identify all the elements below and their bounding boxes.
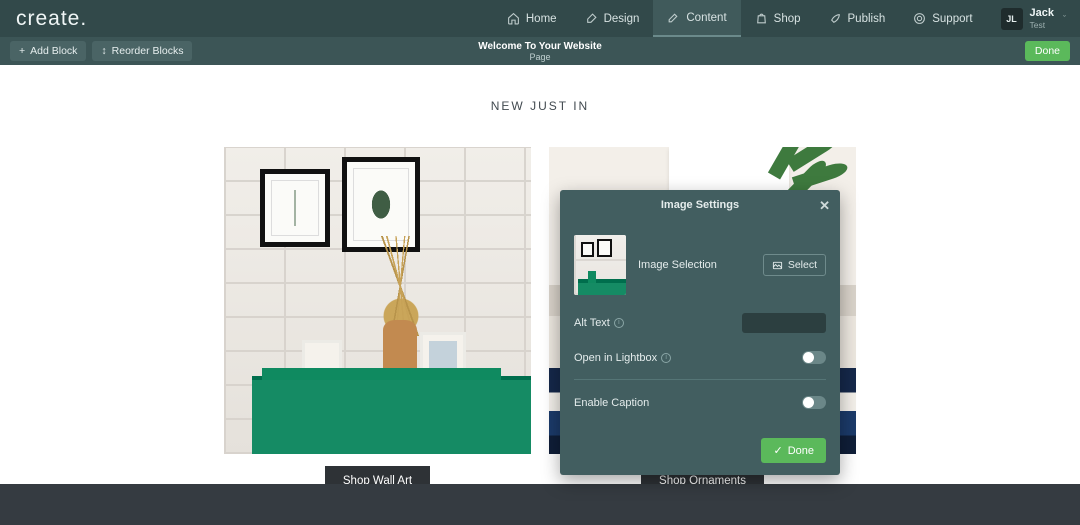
section-heading: NEW JUST IN — [0, 99, 1080, 113]
caption-toggle[interactable] — [802, 396, 826, 409]
panel-title: Image Settings ✕ — [560, 190, 840, 220]
info-icon[interactable]: i — [661, 353, 671, 363]
nav-publish[interactable]: Publish — [815, 0, 900, 37]
reorder-icon: ↕ — [101, 45, 106, 57]
user-sub: Test — [1030, 21, 1054, 30]
info-icon[interactable]: i — [614, 318, 624, 328]
product-card: Shop Wall Art — [224, 147, 531, 496]
life-ring-icon — [913, 12, 926, 25]
footer-band — [0, 484, 1080, 525]
lightbox-label: Open in Lightbox — [574, 352, 657, 364]
image-icon — [772, 260, 783, 271]
nav-support[interactable]: Support — [899, 0, 986, 37]
check-icon: ✓ — [773, 444, 782, 457]
nav-design[interactable]: Design — [571, 0, 654, 37]
toolbar-title-block: Welcome To Your Website Page — [478, 41, 602, 62]
reorder-blocks-label: Reorder Blocks — [112, 45, 184, 57]
image-settings-panel: Image Settings ✕ Image Selection Select … — [560, 190, 840, 475]
nav-shop[interactable]: Shop — [741, 0, 815, 37]
avatar: JL — [1001, 8, 1023, 30]
alt-text-input[interactable] — [742, 313, 826, 333]
home-icon — [507, 12, 520, 25]
nav-content[interactable]: Content — [653, 0, 740, 37]
page-canvas: NEW JUST IN Shop Wall Art Shop Ornaments — [0, 65, 1080, 496]
reorder-blocks-button[interactable]: ↕ Reorder Blocks — [92, 41, 192, 61]
nav-label: Content — [686, 12, 726, 24]
page-title: Welcome To Your Website — [478, 41, 602, 52]
caption-label: Enable Caption — [574, 397, 649, 409]
nav-label: Support — [932, 13, 972, 25]
lightbox-toggle[interactable] — [802, 351, 826, 364]
close-icon[interactable]: ✕ — [819, 198, 830, 214]
editor-toolbar: + Add Block ↕ Reorder Blocks Welcome To … — [0, 37, 1080, 65]
toolbar-done-button[interactable]: Done — [1025, 41, 1070, 61]
bag-icon — [755, 12, 768, 25]
select-image-button[interactable]: Select — [763, 254, 826, 276]
nav-label: Shop — [774, 13, 801, 25]
page-type: Page — [478, 52, 602, 62]
select-label: Select — [788, 259, 817, 271]
nav-label: Home — [526, 13, 557, 25]
rocket-icon — [829, 12, 842, 25]
image-thumbnail — [574, 235, 626, 295]
add-block-button[interactable]: + Add Block — [10, 41, 86, 61]
image-selection-label: Image Selection — [638, 259, 763, 271]
card-row: Shop Wall Art Shop Ornaments — [0, 147, 1080, 496]
user-menu[interactable]: JL Jack Test ˇ — [987, 8, 1066, 30]
plus-icon: + — [19, 45, 25, 57]
top-nav: create Home Design Content Shop Publish … — [0, 0, 1080, 37]
row-alt-text: Alt Text i — [574, 304, 826, 342]
panel-done-button[interactable]: ✓ Done — [761, 438, 826, 463]
card-image[interactable] — [224, 147, 531, 454]
nav-label: Design — [604, 13, 640, 25]
user-name: Jack — [1030, 8, 1054, 19]
brush-icon — [585, 12, 598, 25]
pencil-icon — [667, 11, 680, 24]
row-open-in-lightbox: Open in Lightbox i — [574, 342, 826, 373]
chevron-down-icon: ˇ — [1063, 14, 1066, 24]
nav-label: Publish — [848, 13, 886, 25]
row-enable-caption: Enable Caption — [574, 379, 826, 418]
nav-home[interactable]: Home — [493, 0, 571, 37]
row-image-selection: Image Selection Select — [574, 226, 826, 304]
logo[interactable]: create — [16, 7, 87, 31]
panel-title-text: Image Settings — [661, 199, 739, 211]
add-block-label: Add Block — [30, 45, 77, 57]
panel-done-label: Done — [788, 445, 814, 457]
alt-text-label: Alt Text — [574, 317, 610, 329]
